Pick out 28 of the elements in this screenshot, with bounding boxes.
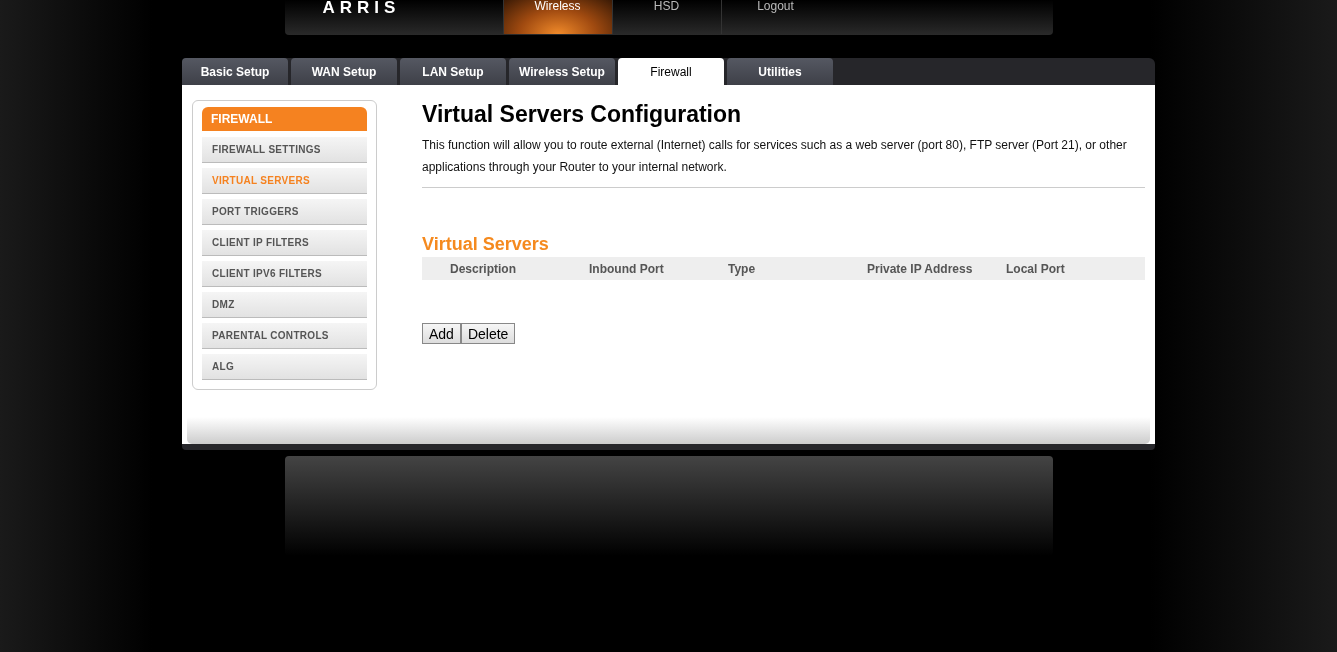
tab[interactable]: WAN Setup xyxy=(291,58,397,85)
description-text: This function will allow you to route external (Internet) calls for services such as a web server (port 80), FTP server (Port 21), or other applications through your Router to your internal network. xyxy=(422,137,1128,176)
sidebar-item[interactable]: PORT TRIGGERS xyxy=(202,199,367,225)
sidebar-item[interactable]: ALG xyxy=(202,354,367,380)
sidebar-header: FIREWALL xyxy=(202,107,367,131)
tab[interactable]: Firewall xyxy=(618,58,724,85)
form-button[interactable]: Add xyxy=(422,323,461,344)
nav-link[interactable]: Wireless xyxy=(502,0,612,34)
section-title: Virtual Servers xyxy=(422,234,550,255)
sidebar-item[interactable]: FIREWALL SETTINGS xyxy=(202,137,367,163)
page-title: Virtual Servers Configuration xyxy=(422,101,743,128)
column-header: Local Port xyxy=(1005,261,1066,276)
column-header: Private IP Address xyxy=(866,261,974,276)
column-header: Inbound Port xyxy=(588,261,665,276)
sidebar-item[interactable]: CLIENT IP FILTERS xyxy=(202,230,367,256)
nav-link[interactable]: HSD xyxy=(611,0,721,34)
tab[interactable]: Utilities xyxy=(727,58,833,85)
sidebar-item[interactable]: DMZ xyxy=(202,292,367,318)
tab[interactable]: Wireless Setup xyxy=(509,58,615,85)
column-header: Type xyxy=(727,261,757,276)
tab[interactable]: Basic Setup xyxy=(182,58,288,85)
column-header: Description xyxy=(449,261,517,276)
sidebar-item[interactable]: CLIENT IPV6 FILTERS xyxy=(202,261,367,287)
tab[interactable]: LAN Setup xyxy=(400,58,506,85)
sidebar-item[interactable]: PARENTAL CONTROLS xyxy=(202,323,367,349)
form-button[interactable]: Delete xyxy=(460,323,516,344)
logo: ARRIS xyxy=(322,0,402,16)
nav-link[interactable]: Logout xyxy=(720,0,830,34)
